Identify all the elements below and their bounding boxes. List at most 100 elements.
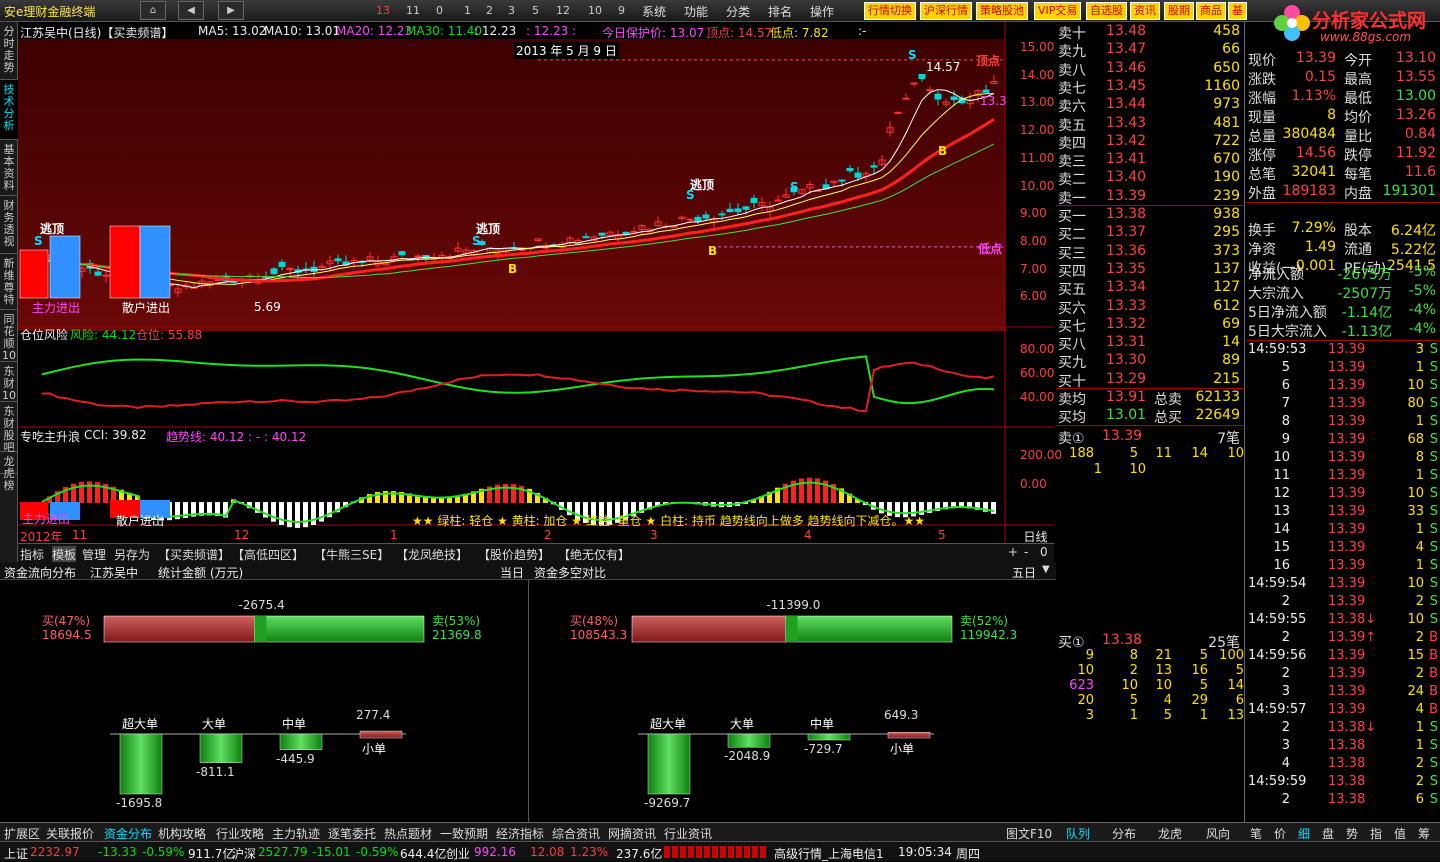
menu-3[interactable]: 排名 [768,3,792,20]
toolbar-item-9[interactable]: 【绝无仅有】 [558,546,630,563]
orderbook-row[interactable]: 卖二 13.40 190 [1056,169,1244,188]
toolbar-item-1[interactable]: 模板 [52,546,77,563]
orderbook-row[interactable]: 买九 13.30 89 [1056,352,1244,371]
data-feed[interactable]: 高级行情_上海电信1 [774,845,884,862]
side-tab-11[interactable]: 值 [1394,825,1406,842]
toolbar-item-5[interactable]: 【高低四区】 [232,546,304,563]
nav-number-1[interactable]: 11 [406,4,420,17]
toolbar-item-0[interactable]: 指标 [20,546,44,563]
orderbook-row[interactable]: 买十 13.29 215 [1056,371,1244,390]
orderbook-row[interactable]: 卖五 13.43 481 [1056,115,1244,134]
orderbook-row[interactable]: 卖八 13.46 650 [1056,60,1244,79]
bottom-tab-9[interactable]: 经济指标 [496,825,544,842]
zoom-in-button[interactable]: + [1008,545,1018,559]
orderbook-row[interactable]: 买五 13.34 127 [1056,279,1244,298]
menu-1[interactable]: 功能 [684,3,708,20]
func-button-2[interactable]: 策略股池 [976,2,1028,20]
orderbook-row[interactable]: 卖三 13.41 670 [1056,151,1244,170]
home-button[interactable]: ⌂ [140,1,166,20]
nav-number-8[interactable]: 10 [588,4,602,17]
side-tab-9[interactable]: 势 [1346,825,1358,842]
nav-number-6[interactable]: 5 [532,4,539,17]
bottom-tab-6[interactable]: 逐笔委托 [328,825,376,842]
func-button-5[interactable]: 资讯 [1130,2,1160,20]
toolbar-item-2[interactable]: 管理 [82,546,106,563]
hs-index-label[interactable]: 沪深 [232,845,256,862]
left-tab-1[interactable]: 技术分析 [0,80,18,140]
func-button-6[interactable]: 股期 [1164,2,1194,20]
orderbook-row[interactable]: 买四 13.35 137 [1056,261,1244,280]
func-button-0[interactable]: 行情切换 [864,2,916,20]
orderbook-row[interactable]: 买二 13.37 295 [1056,224,1244,243]
func-button-7[interactable]: 商品 [1196,2,1226,20]
menu-0[interactable]: 系统 [642,3,666,20]
left-tab-2[interactable]: 基本资料 [0,140,18,196]
bottom-tab-1[interactable]: 关联报价 [46,825,94,842]
left-tab-5[interactable]: 同花顺10 [0,310,18,362]
side-tab-12[interactable]: 筹 [1418,825,1430,842]
back-button[interactable]: ◀ [178,1,204,20]
bottom-tab-12[interactable]: 行业资讯 [664,825,712,842]
side-tab-0[interactable]: 图文F10 [1006,825,1052,842]
bottom-tab-3[interactable]: 机构攻略 [158,825,206,842]
side-tab-8[interactable]: 盘 [1322,825,1334,842]
side-tab-3[interactable]: 龙虎 [1158,825,1182,842]
nav-number-0[interactable]: 13 [376,4,390,17]
sh-index-label[interactable]: 上证 [4,845,28,862]
func-button-1[interactable]: 沪深行情 [920,2,972,20]
nav-number-2[interactable]: 0 [436,4,443,17]
orderbook-row[interactable]: 卖七 13.45 1160 [1056,78,1244,97]
func-button-4[interactable]: 自选股 [1086,2,1127,20]
toolbar-item-8[interactable]: 【股价趋势】 [478,546,550,563]
toolbar-item-4[interactable]: 【买卖频谱】 [158,546,230,563]
left-tab-6[interactable]: 东财10 [0,362,18,402]
nav-number-3[interactable]: 1 [464,4,471,17]
orderbook-row[interactable]: 卖四 13.42 722 [1056,133,1244,152]
bottom-tab-5[interactable]: 主力轨迹 [272,825,320,842]
side-tab-7[interactable]: 细 [1298,825,1310,842]
kline-chart-area[interactable]: 江苏吴中(日线)【买卖频谱】 MA5: 13.02 MA10: 13.01 MA… [18,22,1062,563]
orderbook-row[interactable]: 卖六 13.44 973 [1056,96,1244,115]
left-tab-4[interactable]: 新维尊特 [0,254,18,310]
cy-index-label[interactable]: 创业 [446,845,470,862]
orderbook-row[interactable]: 买七 13.32 69 [1056,316,1244,335]
side-tab-2[interactable]: 分布 [1112,825,1136,842]
toolbar-item-6[interactable]: 【牛熊三SE】 [314,546,389,563]
side-tab-10[interactable]: 指 [1370,825,1382,842]
nav-number-5[interactable]: 3 [508,4,515,17]
orderbook-row[interactable]: 卖九 13.47 66 [1056,41,1244,60]
bottom-tab-2[interactable]: 资金分布 [104,825,152,842]
left-tab-3[interactable]: 财务透视 [0,196,18,254]
orderbook-row[interactable]: 买八 13.31 14 [1056,334,1244,353]
zoom-out-button[interactable]: - [1024,545,1028,559]
bottom-tab-10[interactable]: 综合资讯 [552,825,600,842]
orderbook-row[interactable]: 买六 13.33 612 [1056,298,1244,317]
bottom-tab-11[interactable]: 网摘资讯 [608,825,656,842]
orderbook-row[interactable]: 卖十 13.48 458 [1056,23,1244,42]
nav-number-9[interactable]: 9 [618,4,625,17]
nav-number-7[interactable]: 12 [556,4,570,17]
side-tab-5[interactable]: 笔 [1250,825,1262,842]
left-tab-0[interactable]: 分时走势 [0,22,18,80]
left-tab-8[interactable]: 龙虎榜 [0,452,18,492]
nav-number-4[interactable]: 2 [486,4,493,17]
side-tab-4[interactable]: 风向 [1206,825,1230,842]
queue-header[interactable]: 卖① 13.39 7笔 [1056,428,1244,447]
orderbook-row[interactable]: 买一 13.38 938 [1056,206,1244,225]
bottom-tab-8[interactable]: 一致预期 [440,825,488,842]
side-tab-1[interactable]: 队列 [1066,825,1090,842]
reset-button[interactable]: 0 [1040,545,1048,559]
func-button-8[interactable]: 基 [1228,2,1247,20]
orderbook-row[interactable]: 卖一 13.39 239 [1056,188,1244,207]
menu-2[interactable]: 分类 [726,3,750,20]
func-button-3[interactable]: VIP交易 [1034,2,1082,20]
bottom-tab-0[interactable]: 扩展区 [4,825,40,842]
toolbar-item-7[interactable]: 【龙凤绝技】 [396,546,468,563]
left-tab-7[interactable]: 东财股吧 [0,402,18,454]
forward-button[interactable]: ▶ [218,1,244,20]
orderbook-row[interactable]: 买三 13.36 373 [1056,243,1244,262]
side-tab-6[interactable]: 价 [1274,825,1286,842]
bottom-tab-7[interactable]: 热点题材 [384,825,432,842]
bottom-tab-4[interactable]: 行业攻略 [216,825,264,842]
toolbar-item-3[interactable]: 另存为 [114,546,150,563]
